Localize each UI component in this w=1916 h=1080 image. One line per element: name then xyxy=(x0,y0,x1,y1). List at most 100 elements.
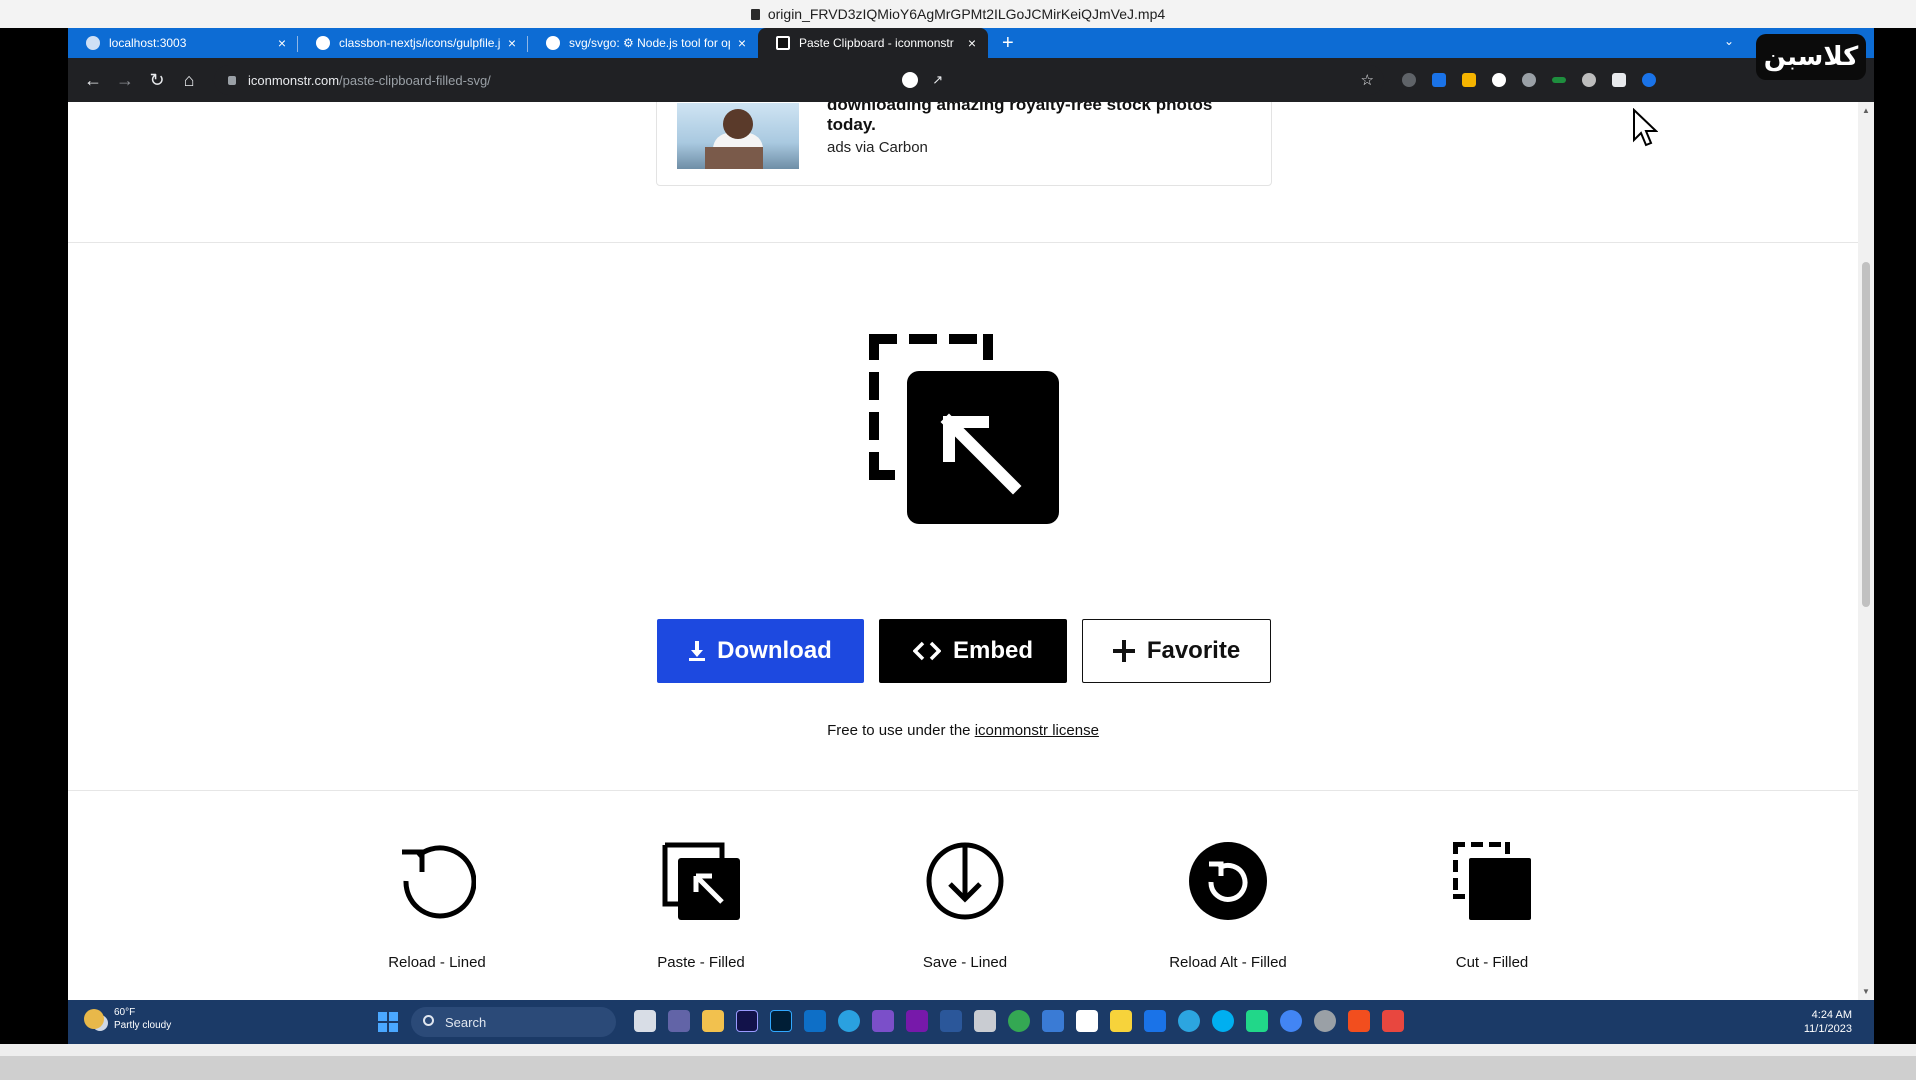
scroll-down-icon[interactable]: ▼ xyxy=(1862,987,1870,996)
extensions-row xyxy=(1394,73,1664,87)
tab-localhost[interactable]: localhost:3003 × xyxy=(68,28,298,58)
onenote-icon[interactable] xyxy=(906,1010,928,1032)
divider xyxy=(68,242,1858,243)
vscode-icon[interactable] xyxy=(804,1010,826,1032)
letterbox-left xyxy=(0,28,68,1044)
close-icon[interactable]: × xyxy=(968,35,976,51)
share-icon[interactable]: ↗ xyxy=(932,72,943,88)
word-icon[interactable] xyxy=(940,1010,962,1032)
extension-icon[interactable] xyxy=(1492,73,1506,87)
scroll-up-icon[interactable]: ▲ xyxy=(1862,106,1870,115)
related-label: Reload Alt - Filled xyxy=(1169,954,1287,971)
photoshop-icon[interactable] xyxy=(770,1010,792,1032)
related-icon-card[interactable]: Save - Lined xyxy=(875,842,1055,971)
scrollbar-thumb[interactable] xyxy=(1862,262,1870,607)
puzzle-icon[interactable] xyxy=(1612,73,1626,87)
github-icon xyxy=(546,36,560,50)
taskview-icon[interactable] xyxy=(634,1010,656,1032)
forward-icon[interactable]: → xyxy=(110,65,140,95)
browser-tab-strip: localhost:3003 × classbon-nextjs/icons/g… xyxy=(68,28,1874,58)
save-lined-icon xyxy=(926,842,1004,920)
address-bar[interactable]: iconmonstr.com /paste-clipboard-filled-s… xyxy=(214,65,1384,95)
code-icon xyxy=(912,641,941,661)
recorder-icon[interactable] xyxy=(1382,1010,1404,1032)
related-label: Paste - Filled xyxy=(657,954,745,971)
chevron-down-icon[interactable]: ⌄ xyxy=(1724,34,1734,48)
tab-gulpfile[interactable]: classbon-nextjs/icons/gulpfile.js × xyxy=(298,28,528,58)
taskbar-clock[interactable]: 4:24 AM 11/1/2023 xyxy=(1804,1008,1852,1036)
visual-studio-icon[interactable] xyxy=(872,1010,894,1032)
screen: origin_FRVD3zIQMioY6AgMrGPMt2ILGoJCMirKe… xyxy=(0,0,1916,1080)
embed-button[interactable]: Embed xyxy=(879,619,1067,683)
close-icon[interactable]: × xyxy=(278,35,286,51)
download-icon xyxy=(689,641,706,661)
file-explorer-icon[interactable] xyxy=(702,1010,724,1032)
reload-icon[interactable]: ↻ xyxy=(142,65,172,95)
tab-label: svg/svgo: ⚙ Node.js tool for op xyxy=(569,36,730,50)
partly-cloudy-icon xyxy=(84,1009,104,1029)
extension-icon[interactable] xyxy=(1462,73,1476,87)
profile-icon[interactable] xyxy=(1642,73,1656,87)
player-title-bar: origin_FRVD3zIQMioY6AgMrGPMt2ILGoJCMirKe… xyxy=(0,0,1916,28)
extension-icon[interactable] xyxy=(1552,77,1566,83)
paste-filled-icon xyxy=(662,842,740,920)
favorite-button[interactable]: Favorite xyxy=(1082,619,1271,683)
github-icon xyxy=(316,36,330,50)
messenger-icon[interactable] xyxy=(1178,1010,1200,1032)
extension-icon[interactable] xyxy=(1432,73,1446,87)
ad-via-label[interactable]: ads via Carbon xyxy=(827,139,928,156)
extension-icon[interactable] xyxy=(1522,73,1536,87)
windows-start-icon[interactable] xyxy=(378,1012,398,1032)
plus-icon xyxy=(1112,640,1135,662)
download-button[interactable]: Download xyxy=(657,619,864,683)
overlay-logo: کلاسبن xyxy=(1756,34,1866,80)
figma-icon[interactable] xyxy=(1348,1010,1370,1032)
extension-icon[interactable] xyxy=(1582,73,1596,87)
extension-icon[interactable] xyxy=(1402,73,1416,87)
home-icon[interactable]: ⌂ xyxy=(174,65,204,95)
tab-label: Paste Clipboard - iconmonstr xyxy=(799,36,954,50)
tool-icon[interactable] xyxy=(1042,1010,1064,1032)
carbon-ad[interactable]: downloading amazing royalty-free stock p… xyxy=(656,102,1272,186)
mouse-cursor-icon xyxy=(1633,108,1658,147)
settings-icon[interactable] xyxy=(1314,1010,1336,1032)
license-link[interactable]: iconmonstr license xyxy=(975,722,1099,739)
ad-headline[interactable]: downloading amazing royalty-free stock p… xyxy=(827,102,1247,135)
sticky-notes-icon[interactable] xyxy=(1110,1010,1132,1032)
page-content: downloading amazing royalty-free stock p… xyxy=(68,102,1858,1000)
close-icon[interactable]: × xyxy=(508,35,516,51)
player-title: origin_FRVD3zIQMioY6AgMrGPMt2ILGoJCMirKe… xyxy=(767,6,1166,22)
teams-icon[interactable] xyxy=(668,1010,690,1032)
related-icon-card[interactable]: Paste - Filled xyxy=(611,842,791,971)
skype-icon[interactable] xyxy=(1212,1010,1234,1032)
google-icon[interactable] xyxy=(902,72,919,88)
file-icon xyxy=(750,8,760,20)
weather-widget[interactable]: 60°F Partly cloudy xyxy=(84,1006,171,1032)
player-bottom-strip xyxy=(0,1044,1916,1080)
license-note: Free to use under the iconmonstr license xyxy=(68,722,1858,739)
related-icon-card[interactable]: Reload Alt - Filled xyxy=(1138,842,1318,971)
taskbar-apps xyxy=(634,1010,1416,1032)
tab-label: classbon-nextjs/icons/gulpfile.js xyxy=(339,36,500,50)
related-icon-card[interactable]: Reload - Lined xyxy=(347,842,527,971)
database-icon[interactable] xyxy=(974,1010,996,1032)
notion-icon[interactable] xyxy=(1076,1010,1098,1032)
page-scrollbar[interactable]: ▲ ▼ xyxy=(1858,102,1874,1000)
weather-temp: 60°F xyxy=(114,1007,136,1018)
related-icon-card[interactable]: Cut - Filled xyxy=(1402,842,1582,971)
related-label: Save - Lined xyxy=(922,954,1008,971)
telegram-icon[interactable] xyxy=(838,1010,860,1032)
tab-paste-clipboard[interactable]: Paste Clipboard - iconmonstr × xyxy=(758,28,988,58)
new-tab-button[interactable]: + xyxy=(988,28,1028,58)
tab-svgo[interactable]: svg/svgo: ⚙ Node.js tool for op × xyxy=(528,28,758,58)
camtasia-icon[interactable] xyxy=(1246,1010,1268,1032)
star-icon[interactable]: ☆ xyxy=(1361,71,1374,89)
ad-image[interactable] xyxy=(677,103,799,169)
app-icon[interactable] xyxy=(1144,1010,1166,1032)
audition-icon[interactable] xyxy=(736,1010,758,1032)
chrome-active-icon[interactable] xyxy=(1280,1010,1302,1032)
close-icon[interactable]: × xyxy=(738,35,746,51)
taskbar-search[interactable]: Search xyxy=(411,1007,616,1037)
back-icon[interactable]: ← xyxy=(78,65,108,95)
chrome-icon[interactable] xyxy=(1008,1010,1030,1032)
